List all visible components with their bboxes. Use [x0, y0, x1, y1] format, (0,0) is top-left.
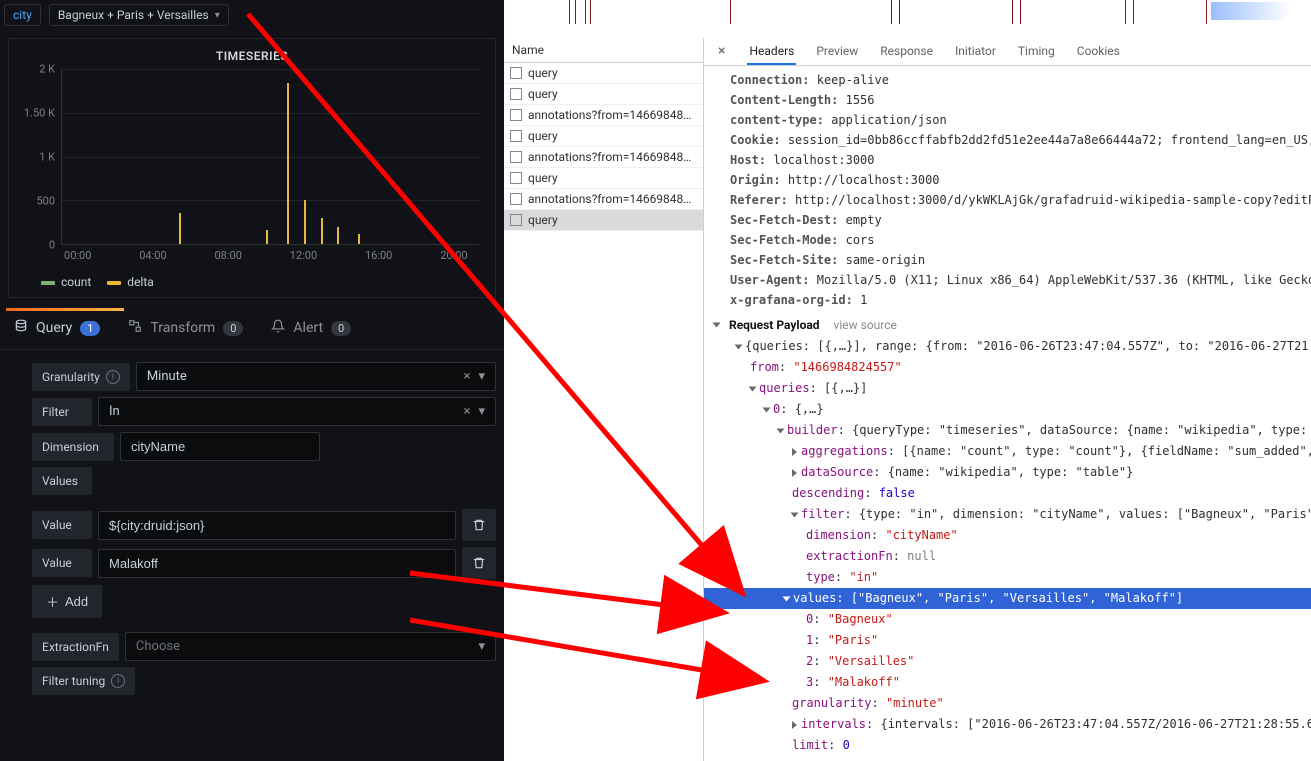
delete-value-2-button[interactable] [462, 547, 496, 579]
y-axis: 2 K 1.50 K 1 K 500 0 [21, 69, 57, 245]
request-row[interactable]: query [504, 210, 703, 231]
values-label: Values [32, 467, 92, 495]
tab-transform[interactable]: Transform 0 [128, 319, 243, 337]
tab-cookies[interactable]: Cookies [1075, 39, 1122, 63]
plus-icon: ＋ [46, 592, 59, 611]
value-input-1[interactable] [98, 511, 456, 540]
timeseries-panel: TIMESERIES 2 K 1.50 K 1 K 500 0 [8, 38, 496, 298]
request-row[interactable]: query [504, 126, 703, 147]
variable-selector[interactable]: Bagneux + Paris + Versailles ▾ [49, 4, 229, 26]
variable-value: Bagneux + Paris + Versailles [58, 8, 209, 22]
request-row[interactable]: annotations?from=14669848… [504, 189, 703, 210]
request-row[interactable]: query [504, 63, 703, 84]
delete-value-1-button[interactable] [462, 509, 496, 541]
panel-title: TIMESERIES [17, 43, 487, 69]
close-icon[interactable]: × [714, 43, 729, 59]
clear-icon[interactable]: × [464, 404, 471, 419]
clear-icon[interactable]: × [464, 369, 471, 384]
value-input-2[interactable] [98, 549, 456, 578]
chevron-down-icon[interactable]: ▾ [478, 404, 485, 419]
dimension-label: Dimension [32, 433, 114, 461]
request-headers: Connection: keep-alive Content-Length: 1… [704, 66, 1311, 314]
tab-response[interactable]: Response [878, 39, 935, 63]
granularity-select[interactable]: Minute ×▾ [136, 362, 496, 391]
filter-select[interactable]: In ×▾ [98, 397, 496, 426]
value-label: Value [32, 511, 92, 539]
disclosure-triangle-icon [713, 323, 721, 328]
add-value-button[interactable]: ＋ Add [32, 585, 102, 618]
tab-alert[interactable]: Alert 0 [271, 319, 351, 337]
request-row[interactable]: query [504, 168, 703, 189]
request-row[interactable]: query [504, 84, 703, 105]
x-axis: 00:00 04:00 08:00 12:00 16:00 20:00 [61, 249, 479, 269]
payload-values-line[interactable]: values: ["Bagneux", "Paris", "Versailles… [704, 588, 1311, 609]
tab-query[interactable]: Query 1 [14, 319, 100, 337]
database-icon [14, 319, 28, 337]
granularity-label: Granularity i [32, 363, 130, 391]
chevron-down-icon: ▾ [215, 10, 220, 21]
info-icon: i [106, 370, 120, 384]
tab-timing[interactable]: Timing [1016, 39, 1057, 63]
filter-tuning-label: Filter tuning i [32, 667, 135, 695]
value-label: Value [32, 549, 92, 577]
chevron-down-icon[interactable]: ▾ [478, 639, 485, 654]
transform-icon [128, 319, 142, 337]
name-column-header[interactable]: Name [512, 43, 544, 57]
dimension-input[interactable] [120, 432, 320, 461]
request-payload-section[interactable]: Request Payload view source [704, 314, 1311, 336]
request-row[interactable]: annotations?from=14669848… [504, 147, 703, 168]
tab-headers[interactable]: Headers [747, 39, 796, 65]
filter-label: Filter [32, 398, 92, 426]
extractionfn-select[interactable]: Choose ▾ [125, 632, 496, 661]
extractionfn-label: ExtractionFn [32, 633, 119, 661]
tab-initiator[interactable]: Initiator [953, 39, 998, 63]
payload-tree[interactable]: {queries: [{,…}], range: {from: "2016-06… [704, 336, 1311, 761]
variable-label: city [4, 4, 41, 26]
trash-icon [472, 556, 486, 570]
trash-icon [472, 518, 486, 532]
legend: count delta [17, 269, 487, 289]
chevron-down-icon[interactable]: ▾ [478, 369, 485, 384]
info-icon: i [111, 674, 125, 688]
tab-preview[interactable]: Preview [814, 39, 860, 63]
bell-icon [271, 319, 285, 337]
chart-area[interactable]: 2 K 1.50 K 1 K 500 0 [61, 69, 479, 269]
network-timeline[interactable] [504, 0, 1311, 38]
request-row[interactable]: annotations?from=14669848… [504, 105, 703, 126]
plot [61, 69, 479, 245]
view-source-link[interactable]: view source [834, 318, 897, 332]
